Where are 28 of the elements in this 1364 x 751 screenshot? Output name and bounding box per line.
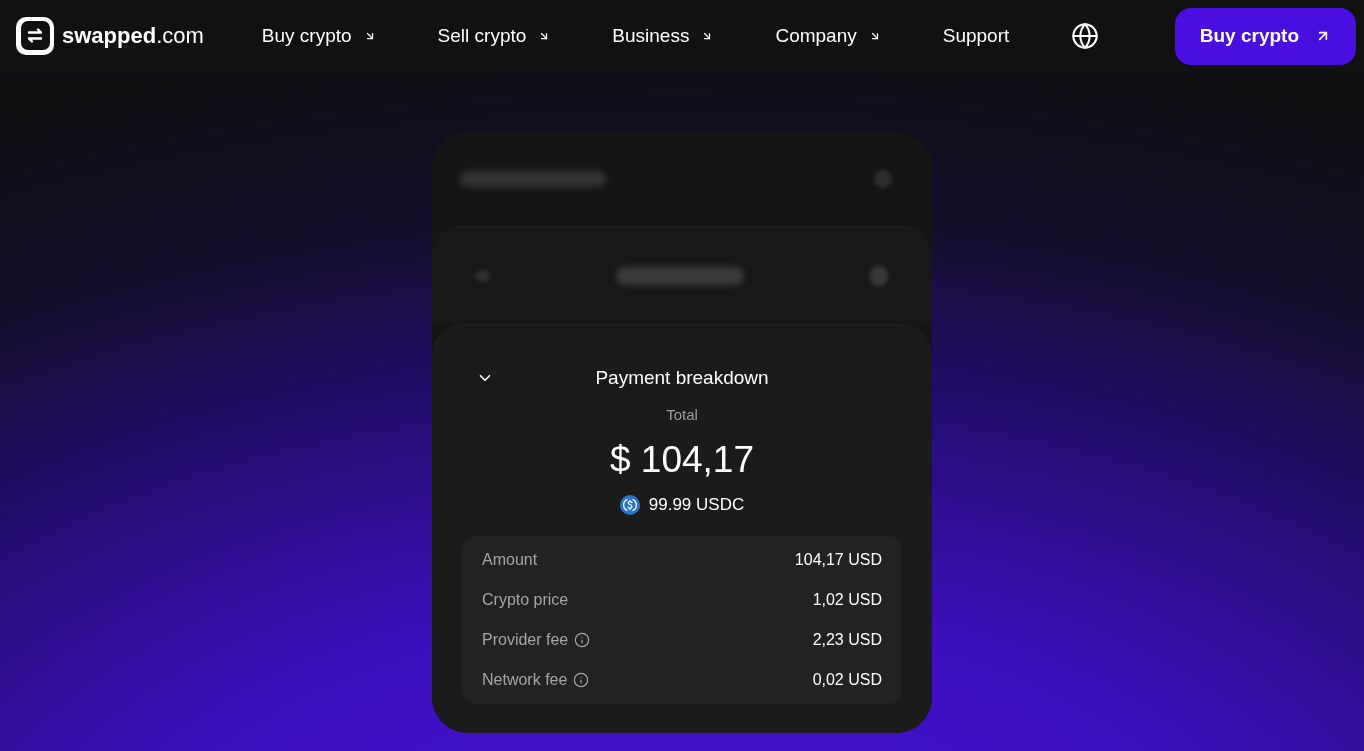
total-label: Total bbox=[666, 405, 698, 425]
total-amount: $ 104,17 bbox=[610, 438, 754, 482]
panel-title: Payment breakdown bbox=[595, 366, 769, 390]
logo-icon bbox=[16, 17, 54, 55]
nav-link[interactable]: Business bbox=[612, 24, 714, 48]
row-label: Provider fee bbox=[482, 630, 569, 650]
info-icon[interactable] bbox=[573, 672, 590, 688]
blurred-icon bbox=[476, 269, 490, 282]
row-label: Crypto price bbox=[482, 590, 569, 610]
crypto-amount: 99.99 USDC bbox=[648, 494, 745, 516]
blurred-icon bbox=[870, 265, 888, 286]
buy-crypto-button[interactable]: Buy crypto bbox=[1174, 7, 1356, 65]
row-value: 1,02 USD bbox=[812, 590, 882, 610]
language-button[interactable] bbox=[1071, 22, 1100, 50]
globe-icon bbox=[1071, 22, 1100, 50]
home-logo-link[interactable]: swapped.com bbox=[16, 17, 204, 55]
nav-link[interactable]: Support bbox=[942, 24, 1010, 48]
nav-link[interactable]: Company bbox=[775, 24, 881, 48]
row-label: Amount bbox=[482, 550, 538, 570]
row-value: 2,23 USD bbox=[812, 630, 882, 650]
info-icon[interactable] bbox=[574, 632, 591, 648]
nav-link[interactable]: Sell crypto bbox=[437, 24, 551, 48]
coin-icon bbox=[619, 495, 640, 515]
nav-link[interactable]: Buy crypto bbox=[261, 24, 376, 48]
blurred-icon bbox=[874, 170, 892, 188]
row-value: 104,17 USD bbox=[794, 550, 882, 570]
row-value: 0,02 USD bbox=[812, 670, 882, 690]
row-label: Network fee bbox=[482, 670, 568, 690]
